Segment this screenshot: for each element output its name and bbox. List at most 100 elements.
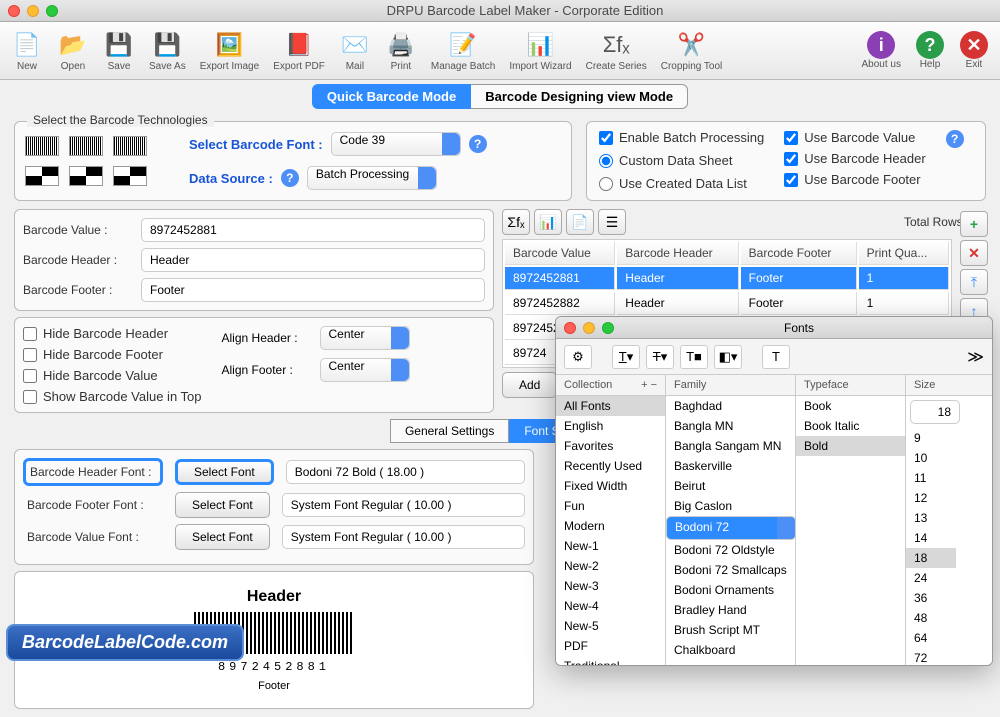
value-font-value[interactable] — [282, 525, 525, 549]
list-item[interactable]: Favorites — [556, 436, 665, 456]
toolbar-manage-batch[interactable]: 📝Manage Batch — [426, 27, 501, 74]
hide-header-checkbox[interactable]: Hide Barcode Header — [23, 326, 202, 341]
list-item[interactable]: Modern — [556, 516, 665, 536]
underline-icon[interactable]: T▾ — [612, 345, 640, 369]
move-top-button[interactable]: ⤒ — [960, 269, 988, 295]
list-item[interactable]: Bodoni 72 — [666, 516, 796, 540]
column-header[interactable]: Barcode Footer — [741, 242, 857, 265]
toolbar-export-pdf[interactable]: 📕Export PDF — [268, 27, 330, 74]
toolbar-save[interactable]: 💾Save — [98, 27, 140, 74]
table-row[interactable]: 8972452881HeaderFooter1 — [505, 267, 949, 290]
zoom-icon[interactable] — [602, 322, 614, 334]
barcode-tech-icon[interactable] — [25, 166, 59, 186]
barcode-tech-icon[interactable] — [69, 166, 103, 186]
barcode-tech-icon[interactable] — [69, 136, 103, 156]
toolbar-mail[interactable]: ✉️Mail — [334, 27, 376, 74]
add-button[interactable]: Add — [502, 372, 557, 398]
minimize-icon[interactable] — [583, 322, 595, 334]
more-icon[interactable]: ≫ — [967, 347, 984, 367]
barcode-tech-icon[interactable] — [113, 166, 147, 186]
list-item[interactable]: 64 — [906, 628, 956, 648]
toolbar-cropping-tool[interactable]: ✂️Cropping Tool — [656, 27, 728, 74]
toolbar-export-image[interactable]: 🖼️Export Image — [195, 27, 264, 74]
list-item[interactable]: Book — [796, 396, 905, 416]
list-item[interactable]: Baghdad — [666, 396, 795, 416]
header-font-value[interactable] — [286, 460, 525, 484]
barcode-font-select[interactable]: Code 39 — [331, 132, 461, 156]
list-icon[interactable]: ☰ — [598, 209, 626, 235]
list-item[interactable]: 12 — [906, 488, 956, 508]
list-item[interactable]: All Fonts — [556, 396, 665, 416]
excel-icon[interactable]: 📊 — [534, 209, 562, 235]
list-item[interactable]: Fun — [556, 496, 665, 516]
list-item[interactable]: 14 — [906, 528, 956, 548]
list-item[interactable]: Chalkboard — [666, 640, 795, 660]
list-item[interactable]: Book Italic — [796, 416, 905, 436]
list-item[interactable]: 48 — [906, 608, 956, 628]
list-item[interactable]: Bodoni Ornaments — [666, 580, 795, 600]
toolbar-print[interactable]: 🖨️Print — [380, 27, 422, 74]
list-item[interactable]: New-4 — [556, 596, 665, 616]
list-item[interactable]: English — [556, 416, 665, 436]
minimize-window[interactable] — [27, 5, 39, 17]
barcode-value-input[interactable] — [141, 218, 485, 242]
zoom-window[interactable] — [46, 5, 58, 17]
toolbar-create-series[interactable]: ΣfₓCreate Series — [581, 27, 652, 74]
toolbar-import-wizard[interactable]: 📊Import Wizard — [504, 27, 576, 74]
font-size-input[interactable] — [910, 400, 960, 424]
close-window[interactable] — [8, 5, 20, 17]
list-item[interactable]: Big Caslon — [666, 496, 795, 516]
toolbar-save-as[interactable]: 💾Save As — [144, 27, 191, 74]
mode-design[interactable]: Barcode Designing view Mode — [471, 84, 688, 109]
text-color-icon[interactable]: T■ — [680, 345, 708, 369]
barcode-header-input[interactable] — [141, 248, 485, 272]
align-header-select[interactable]: Center — [320, 326, 410, 350]
export-icon[interactable]: 📄 — [566, 209, 594, 235]
fonts-window[interactable]: Fonts ⚙︎ T▾ T▾ T■ ◧▾ T ≫ Collection+ − A… — [555, 316, 993, 666]
list-item[interactable]: 9 — [906, 428, 956, 448]
column-header[interactable]: Barcode Header — [617, 242, 738, 265]
list-item[interactable]: Bangla Sangam MN — [666, 436, 795, 456]
barcode-tech-icon[interactable] — [25, 136, 59, 156]
footer-font-value[interactable] — [282, 493, 525, 517]
list-item[interactable]: Recently Used — [556, 456, 665, 476]
align-footer-select[interactable]: Center — [320, 358, 410, 382]
enable-batch-checkbox[interactable]: Enable Batch Processing — [599, 130, 764, 145]
list-item[interactable]: Baskerville — [666, 456, 795, 476]
list-item[interactable]: Bodoni 72 Oldstyle — [666, 540, 795, 560]
list-item[interactable]: Bodoni 72 Smallcaps — [666, 560, 795, 580]
toolbar-help[interactable]: ?Help — [910, 29, 950, 72]
list-item[interactable]: Traditional — [556, 656, 665, 665]
barcode-tech-icon[interactable] — [113, 136, 147, 156]
hide-footer-checkbox[interactable]: Hide Barcode Footer — [23, 347, 202, 362]
use-footer-checkbox[interactable]: Use Barcode Footer — [784, 172, 925, 187]
use-value-checkbox[interactable]: Use Barcode Value — [784, 130, 925, 145]
add-row-button[interactable]: + — [960, 211, 988, 237]
select-footer-font-button[interactable]: Select Font — [175, 492, 270, 518]
select-value-font-button[interactable]: Select Font — [175, 524, 270, 550]
list-item[interactable]: Fixed Width — [556, 476, 665, 496]
mode-quick[interactable]: Quick Barcode Mode — [312, 84, 471, 109]
list-item[interactable]: Beirut — [666, 476, 795, 496]
table-row[interactable]: 8972452882HeaderFooter1 — [505, 292, 949, 315]
list-item[interactable]: 36 — [906, 588, 956, 608]
select-header-font-button[interactable]: Select Font — [175, 459, 274, 485]
list-item[interactable]: Bangla MN — [666, 416, 795, 436]
list-item[interactable]: Chalkboard SE — [666, 660, 795, 665]
gear-icon[interactable]: ⚙︎ — [564, 345, 592, 369]
list-item[interactable]: 13 — [906, 508, 956, 528]
toolbar-exit[interactable]: ✕Exit — [954, 29, 994, 72]
list-item[interactable]: PDF — [556, 636, 665, 656]
list-item[interactable]: 72 — [906, 648, 956, 665]
strike-icon[interactable]: T▾ — [646, 345, 674, 369]
delete-row-button[interactable]: ✕ — [960, 240, 988, 266]
add-collection-icon[interactable]: + − — [641, 379, 657, 391]
list-item[interactable]: New-2 — [556, 556, 665, 576]
close-icon[interactable] — [564, 322, 576, 334]
show-top-checkbox[interactable]: Show Barcode Value in Top — [23, 389, 202, 404]
created-list-radio[interactable]: Use Created Data List — [599, 176, 764, 191]
column-header[interactable]: Barcode Value — [505, 242, 615, 265]
list-item[interactable]: 11 — [906, 468, 956, 488]
list-item[interactable]: Brush Script MT — [666, 620, 795, 640]
data-source-select[interactable]: Batch Processing — [307, 166, 437, 190]
